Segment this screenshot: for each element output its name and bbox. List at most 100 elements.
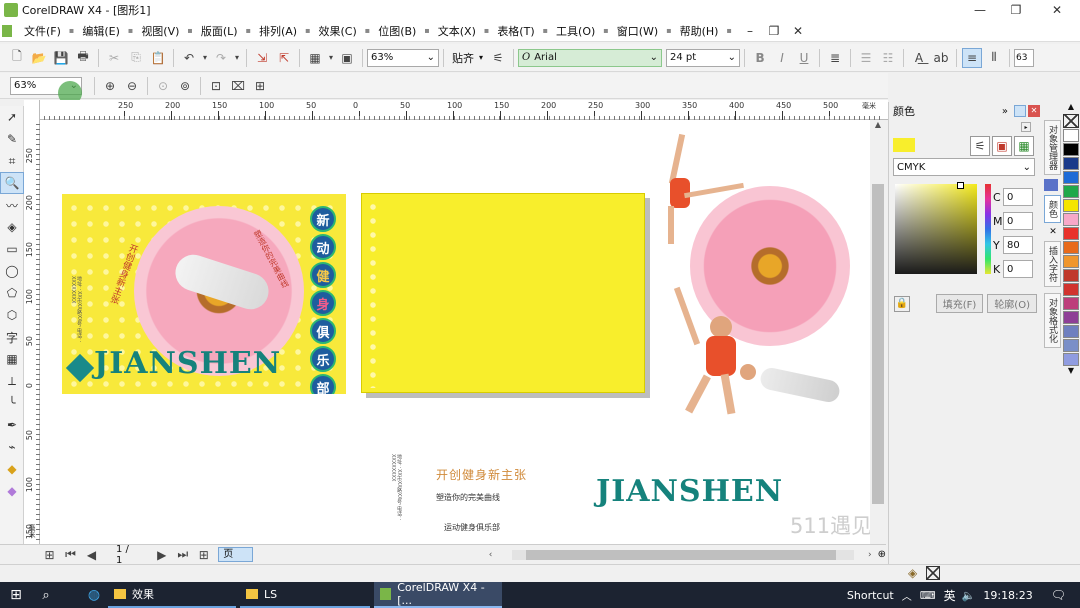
scroll-left-icon[interactable]: ‹ — [489, 550, 493, 560]
italic-icon[interactable]: I — [772, 48, 792, 68]
fill-indicator-icon[interactable]: ◈ — [908, 566, 917, 580]
close-icon[interactable]: ✕ — [1034, 0, 1080, 20]
docker-minimize-icon[interactable] — [1014, 105, 1026, 117]
ruler-origin[interactable] — [24, 100, 40, 120]
prev-page-icon[interactable]: ◀ — [82, 545, 101, 565]
palette-swatch[interactable] — [1063, 143, 1079, 156]
palette-swatch[interactable] — [1063, 171, 1079, 184]
next-page-icon[interactable]: ▶ — [152, 545, 171, 565]
k-field[interactable]: 0 — [1003, 260, 1033, 278]
doc-minimize-icon[interactable]: – — [738, 21, 762, 41]
cut-icon[interactable]: ✂ — [104, 48, 124, 68]
save-icon[interactable]: 💾 — [51, 48, 71, 68]
vertical-scrollbar[interactable]: ▲ — [870, 120, 886, 544]
outline-tool-icon[interactable]: ⌁ — [0, 436, 24, 458]
shortcut-toolbar-label[interactable]: Shortcut — [847, 589, 894, 602]
print-icon[interactable]: 🖶 — [73, 48, 93, 68]
font-size-combo[interactable]: 24 pt ⌄ — [666, 48, 741, 67]
color-viewer-icon[interactable]: ▣ — [992, 136, 1012, 156]
color-sliders-icon[interactable]: ⚟ — [970, 136, 990, 156]
undo-dropdown-icon[interactable]: ▾ — [201, 48, 209, 68]
card-back[interactable] — [361, 193, 645, 393]
menu-arrange[interactable]: 排列(A) — [251, 20, 305, 42]
copy-icon[interactable]: ⎘ — [126, 48, 146, 68]
snap-to-button[interactable]: 贴齐 ▾ — [448, 50, 487, 66]
c-field[interactable]: 0 — [1003, 188, 1033, 206]
freehand-tool-icon[interactable]: 〰 — [0, 194, 24, 216]
zoom-to-height-icon[interactable]: ⊞ — [250, 76, 270, 96]
palette-swatch[interactable] — [1063, 297, 1079, 310]
taskbar-app-coreldraw[interactable]: CorelDRAW X4 - [... — [374, 581, 502, 608]
palette-swatch[interactable] — [1063, 241, 1079, 254]
palette-scroll-down-icon[interactable]: ▼ — [1062, 366, 1080, 378]
palette-swatch[interactable] — [1063, 283, 1079, 296]
table-tool-icon[interactable]: ▦ — [0, 348, 24, 370]
ime-language[interactable]: 英 — [944, 587, 956, 604]
font-list-combo[interactable]: O Arial ⌄ — [518, 48, 663, 67]
edge-icon[interactable]: ◍ — [80, 587, 108, 603]
input-method-icon[interactable]: ⌨ — [920, 589, 936, 602]
undo-icon[interactable]: ↶ — [179, 48, 199, 68]
redo-icon[interactable]: ↷ — [211, 48, 231, 68]
interactive-fill-tool-icon[interactable]: ◆ — [0, 480, 24, 502]
zoom-tool-icon[interactable]: 🔍 — [0, 172, 24, 194]
zoom-navigator-icon[interactable]: ⊕ — [878, 549, 886, 560]
palette-swatch[interactable] — [1063, 353, 1079, 366]
color-picker-handle[interactable] — [957, 182, 964, 189]
menu-layout[interactable]: 版面(L) — [193, 20, 246, 42]
rectangle-tool-icon[interactable]: ▭ — [0, 238, 24, 260]
edit-text-icon[interactable]: ab — [931, 48, 951, 68]
search-icon[interactable]: ⌕ — [32, 588, 60, 603]
bold-icon[interactable]: B — [750, 48, 770, 68]
zoom-out-icon[interactable]: ⊖ — [122, 76, 142, 96]
zoom-to-all-icon[interactable]: ⊚ — [175, 76, 195, 96]
new-icon[interactable]: 🗋 — [7, 48, 27, 68]
align-icon[interactable]: ≣ — [825, 48, 845, 68]
menu-table[interactable]: 表格(T) — [489, 20, 542, 42]
menu-help[interactable]: 帮助(H) — [672, 20, 727, 42]
fill-tool-icon[interactable]: ◆ — [0, 458, 24, 480]
options-icon[interactable]: ⚟ — [488, 48, 508, 68]
m-field[interactable]: 0 — [1003, 212, 1033, 230]
start-button[interactable]: ⊞ — [0, 582, 32, 608]
drawing-canvas[interactable]: 塑造你的完美曲线 开创健身新主张 地址：XX市XX路XX号 电话：XXXXXXX… — [40, 120, 870, 544]
shape-tool-icon[interactable]: ✎ — [0, 128, 24, 150]
outline-indicator-icon[interactable] — [926, 566, 940, 580]
speaker-icon[interactable]: 🔈 — [962, 589, 976, 602]
palette-swatch[interactable] — [1063, 213, 1079, 226]
menu-text[interactable]: 文本(X) — [430, 20, 484, 42]
smart-fill-tool-icon[interactable]: ◈ — [0, 216, 24, 238]
hue-slider[interactable] — [985, 184, 991, 274]
palette-swatch[interactable] — [1063, 227, 1079, 240]
text-tool-icon[interactable]: 字 — [0, 326, 24, 348]
zoom-to-selected-icon[interactable]: ⊙ — [153, 76, 173, 96]
zoom-in-icon[interactable]: ⊕ — [100, 76, 120, 96]
basic-shapes-tool-icon[interactable]: ⬡ — [0, 304, 24, 326]
ellipse-tool-icon[interactable]: ◯ — [0, 260, 24, 282]
menu-bitmaps[interactable]: 位图(B) — [370, 20, 424, 42]
pick-tool-icon[interactable]: ➚ — [0, 106, 24, 128]
eyedropper-tool-icon[interactable]: ✒ — [0, 414, 24, 436]
docker-menu-arrow-icon[interactable]: ▸ — [1021, 122, 1031, 132]
document-navigator-icon[interactable]: ⊞ — [40, 545, 59, 565]
doc-restore-icon[interactable]: ❐ — [762, 21, 786, 41]
menu-tools[interactable]: 工具(O) — [548, 20, 603, 42]
menu-effects[interactable]: 效果(C) — [311, 20, 365, 42]
redo-dropdown-icon[interactable]: ▾ — [233, 48, 241, 68]
last-page-icon[interactable]: ⏭ — [173, 545, 192, 565]
menu-file[interactable]: 文件(F) — [16, 20, 69, 42]
zoom-to-width-icon[interactable]: ⌧ — [228, 76, 248, 96]
bullets-icon[interactable]: ☰ — [856, 48, 876, 68]
card-front[interactable]: 塑造你的完美曲线 开创健身新主张 地址：XX市XX路XX号 电话：XXXXXXX… — [62, 194, 346, 394]
palette-scroll-up-icon[interactable]: ▲ — [1062, 102, 1080, 114]
first-page-icon[interactable]: ⏮ — [61, 545, 80, 565]
palette-swatch[interactable] — [1063, 185, 1079, 198]
tab-color[interactable]: 颜色 — [1044, 195, 1061, 223]
palette-swatch[interactable] — [1063, 339, 1079, 352]
vertical-scroll-thumb[interactable] — [872, 184, 884, 504]
palette-swatch[interactable] — [1063, 255, 1079, 268]
app-launcher-icon[interactable]: ▦ — [305, 48, 325, 68]
docker-close-icon[interactable]: ✕ — [1028, 105, 1040, 117]
minimize-icon[interactable]: — — [962, 0, 998, 20]
horizontal-scrollbar[interactable] — [512, 549, 855, 560]
